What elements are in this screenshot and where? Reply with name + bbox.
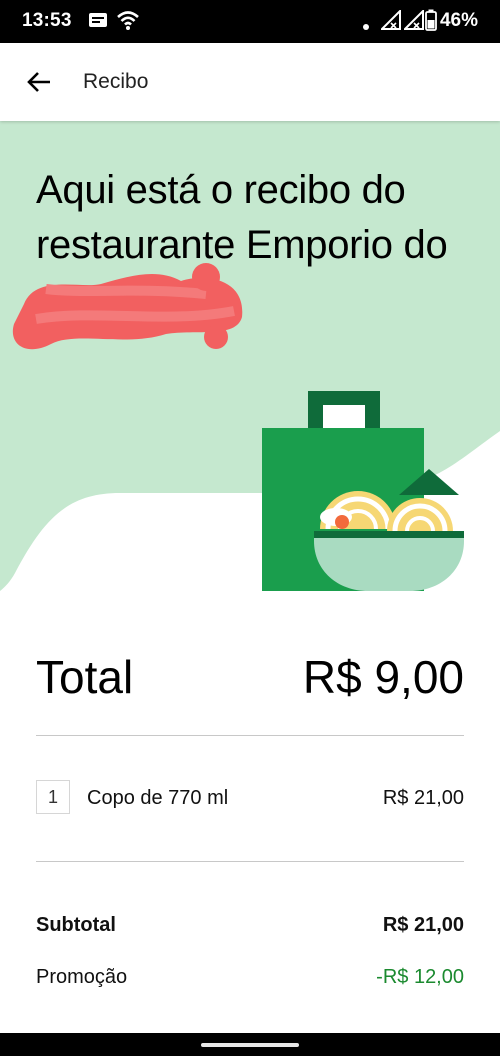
total-value: R$ 9,00 xyxy=(302,651,464,703)
order-item: 1 Copo de 770 ml R$ 21,00 xyxy=(36,780,464,816)
receipt-hero: Aqui está o recibo do restaurante Empori… xyxy=(0,121,500,591)
subtotal-label: Subtotal xyxy=(36,914,116,936)
back-button[interactable] xyxy=(18,61,60,103)
item-name: Copo de 770 ml xyxy=(87,787,229,809)
promotion-row: Promoção -R$ 12,00 xyxy=(36,966,464,994)
redaction-scribble xyxy=(12,263,243,350)
status-bar: 13:53 46% xyxy=(0,0,500,43)
arrow-left-icon xyxy=(27,72,50,92)
signal-icon xyxy=(402,8,424,35)
total-row: Total R$ 9,00 xyxy=(36,650,464,710)
total-label: Total xyxy=(36,651,134,703)
promotion-label: Promoção xyxy=(36,966,128,988)
wifi-icon xyxy=(116,9,140,36)
item-price: R$ 21,00 xyxy=(382,787,464,809)
status-time: 13:53 xyxy=(22,10,72,31)
battery-icon xyxy=(425,9,437,36)
page-title: Recibo xyxy=(83,70,149,93)
shopping-bag-illustration xyxy=(262,391,464,591)
signal-icon xyxy=(379,8,401,35)
subtotal-value: R$ 21,00 xyxy=(382,914,464,936)
promotion-value: -R$ 12,00 xyxy=(376,966,464,988)
subtotal-row: Subtotal R$ 21,00 xyxy=(36,914,464,942)
dot-icon xyxy=(362,18,370,36)
battery-percent: 46% xyxy=(439,10,478,31)
divider xyxy=(36,735,464,736)
system-navigation-bar xyxy=(0,1033,500,1056)
item-quantity: 1 xyxy=(36,780,70,814)
app-bar: Recibo xyxy=(0,43,500,121)
divider xyxy=(36,861,464,862)
home-gesture-handle[interactable] xyxy=(201,1043,299,1047)
message-icon xyxy=(88,12,108,35)
